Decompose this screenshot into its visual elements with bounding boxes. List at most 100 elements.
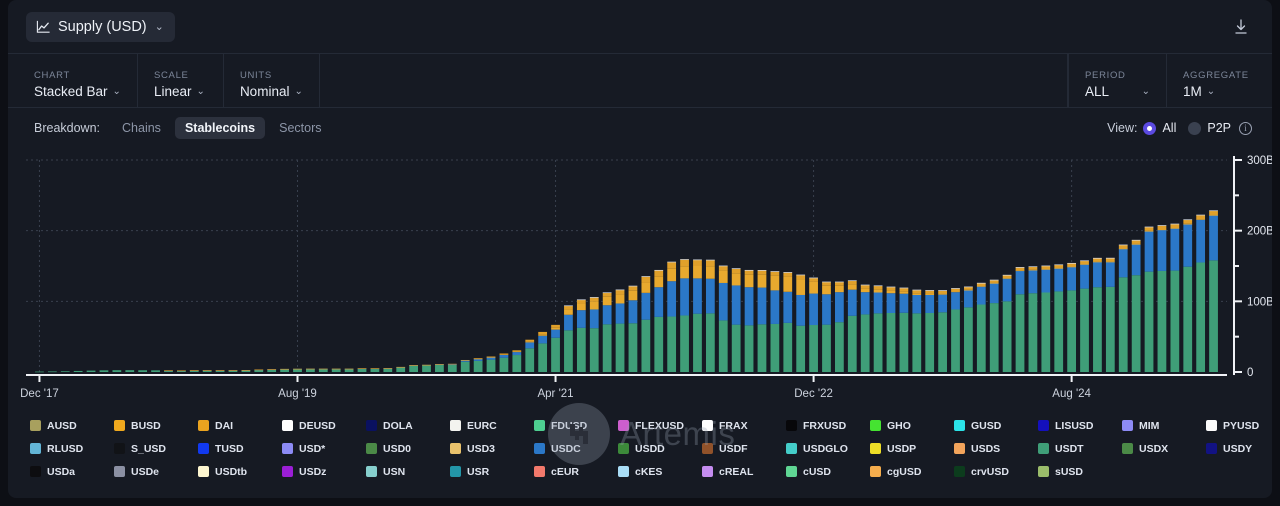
legend-item[interactable]: USD0 [366,437,450,460]
bar-stack[interactable] [1183,219,1193,372]
bar-stack[interactable] [1067,262,1077,372]
bar-stack[interactable] [331,368,341,372]
bar-stack[interactable] [486,356,496,372]
legend-item[interactable]: USDa [30,460,114,483]
legend-item[interactable]: TUSD [198,437,282,460]
legend-item[interactable]: FRAX [702,414,786,437]
legend-item[interactable]: sUSD [1038,460,1122,483]
bar-stack[interactable] [1209,210,1218,372]
legend-item[interactable]: USDtb [198,460,282,483]
bar-stack[interactable] [499,353,509,372]
bar-stack[interactable] [435,364,444,372]
legend-item[interactable]: DEUSD [282,414,366,437]
bar-stack[interactable] [667,261,677,372]
breakdown-tab-chains[interactable]: Chains [112,117,171,139]
bar-stack[interactable] [1105,257,1115,372]
legend-item[interactable]: USDGLO [786,437,870,460]
bar-stack[interactable] [976,282,986,372]
legend-item[interactable]: cgUSD [870,460,954,483]
bar-stack[interactable] [654,269,664,372]
view-radio-all[interactable] [1143,121,1157,135]
legend-item[interactable]: USDe [114,460,198,483]
legend-item[interactable]: FRXUSD [786,414,870,437]
bar-stack[interactable] [396,366,406,372]
bar-stack[interactable] [615,289,625,372]
bar-stack[interactable] [783,272,793,372]
legend-item[interactable]: GHO [870,414,954,437]
bar-stack[interactable] [757,270,767,372]
bar-stack[interactable] [551,324,560,372]
bar-stack[interactable] [693,259,702,373]
bar-stack[interactable] [254,369,264,372]
bar-stack[interactable] [1002,274,1012,372]
legend-item[interactable]: USDz [282,460,366,483]
bar-stack[interactable] [473,358,483,372]
bar-stack[interactable] [1015,267,1025,372]
legend-item[interactable]: FLEXUSD [618,414,702,437]
bar-stack[interactable] [602,292,612,372]
bar-stack[interactable] [538,331,548,372]
legend-item[interactable]: MIM [1122,414,1206,437]
bar-stack[interactable] [460,359,470,372]
period-control[interactable]: PERIOD ALL ⌄ [1068,54,1166,107]
bar-stack[interactable] [202,370,212,372]
legend-item[interactable]: DAI [198,414,282,437]
bar-stack[interactable] [215,370,225,372]
bar-stack[interactable] [899,287,909,372]
legend-item[interactable]: cREAL [702,460,786,483]
bar-stack[interactable] [822,281,831,372]
bar-stack[interactable] [1093,257,1102,372]
bar-stack[interactable] [835,281,844,372]
legend-item[interactable]: RLUSD [30,437,114,460]
bar-stack[interactable] [770,271,780,372]
aggregate-control[interactable]: AGGREGATE 1M ⌄ [1166,54,1272,107]
bar-stack[interactable] [1170,223,1180,372]
bar-stack[interactable] [744,269,754,372]
legend-item[interactable]: USDT [1038,437,1122,460]
legend-item[interactable]: USDC [534,437,618,460]
bar-stack[interactable] [860,284,870,372]
bar-stack[interactable] [912,289,922,372]
bar-stack[interactable] [1144,226,1154,372]
breakdown-tab-sectors[interactable]: Sectors [269,117,331,139]
bar-stack[interactable] [938,290,947,372]
legend-item[interactable]: USD3 [450,437,534,460]
bar-stack[interactable] [576,299,586,372]
bar-stack[interactable] [228,370,238,372]
bar-stack[interactable] [925,290,935,372]
bar-stack[interactable] [628,285,638,372]
legend-item[interactable]: cEUR [534,460,618,483]
chart-type-control[interactable]: CHART Stacked Bar ⌄ [8,54,138,107]
bar-stack[interactable] [112,370,122,372]
legend-item[interactable]: USDF [702,437,786,460]
legend-item[interactable]: USR [450,460,534,483]
bar-stack[interactable] [796,274,806,372]
bar-stack[interactable] [267,369,277,372]
bar-stack[interactable] [241,370,251,372]
bar-stack[interactable] [293,368,302,372]
legend-item[interactable]: USDP [870,437,954,460]
download-icon[interactable] [1230,16,1252,38]
bar-stack[interactable] [1054,264,1064,372]
bar-stack[interactable] [86,370,96,372]
bar-stack[interactable] [873,285,883,372]
bar-stack[interactable] [1118,244,1128,372]
bar-stack[interactable] [525,339,535,372]
legend-item[interactable]: USDY [1206,437,1280,460]
bar-stack[interactable] [1196,214,1206,372]
legend-item[interactable]: USD* [282,437,366,460]
legend-item[interactable]: AUSD [30,414,114,437]
bar-stack[interactable] [731,268,741,372]
bar-stack[interactable] [125,370,135,372]
bar-stack[interactable] [306,368,315,372]
bar-stack[interactable] [318,368,328,372]
legend-item[interactable]: S_USD [114,437,198,460]
bar-stack[interactable] [1157,225,1167,372]
bar-stack[interactable] [164,370,173,372]
legend-item[interactable]: USN [366,460,450,483]
bar-stack[interactable] [357,368,367,372]
bar-stack[interactable] [35,371,44,373]
bar-stack[interactable] [409,365,418,372]
bar-stack[interactable] [705,259,715,372]
legend-item[interactable]: USDX [1122,437,1206,460]
